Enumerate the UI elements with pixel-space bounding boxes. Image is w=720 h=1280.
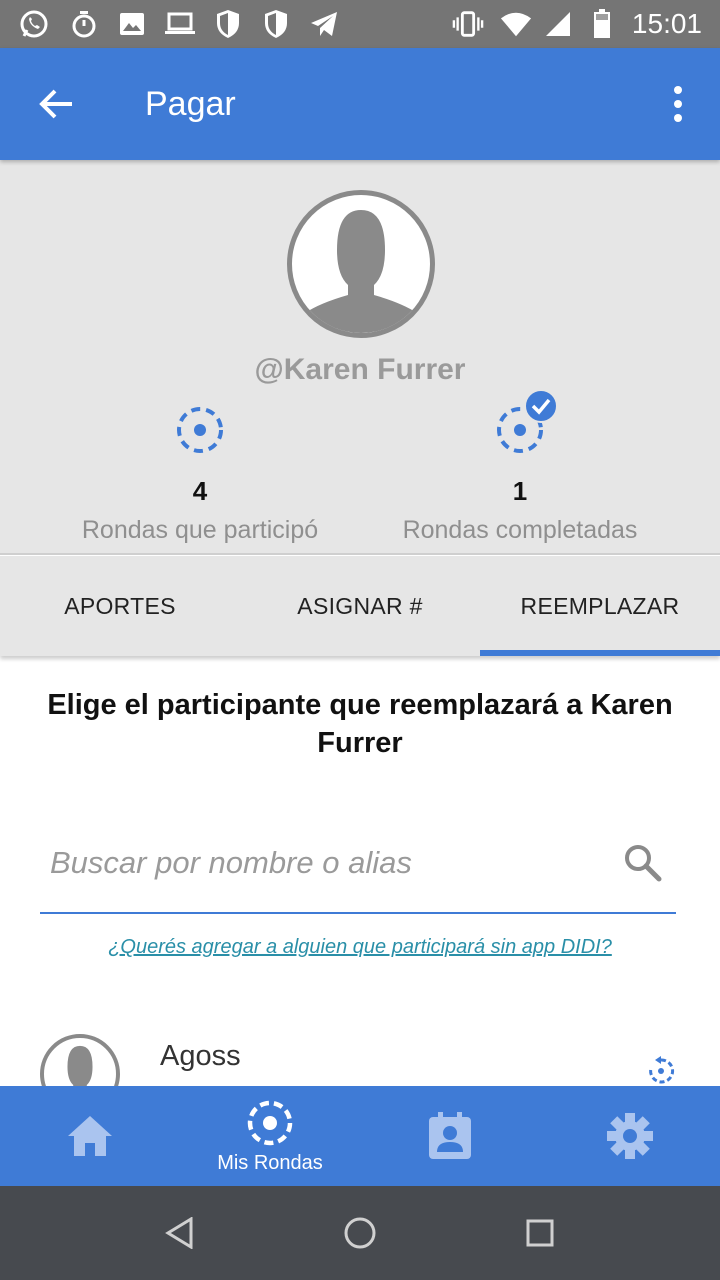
stopwatch-icon — [68, 8, 100, 40]
stat-label: Rondas que participó — [81, 516, 319, 544]
search-input[interactable] — [50, 840, 610, 886]
search-icon[interactable] — [622, 842, 662, 882]
status-bar: 15:01 — [0, 0, 720, 48]
tab-bar: APORTES ASIGNAR # REEMPLAZAR — [0, 556, 720, 656]
signal-icon — [542, 8, 574, 40]
system-navigation-bar — [0, 1186, 720, 1280]
arrow-back-icon — [39, 89, 72, 119]
participant-list-item[interactable]: Agoss — [0, 1020, 720, 1086]
triangle-back-icon — [165, 1217, 193, 1249]
rondas-icon — [247, 1100, 293, 1145]
rondas-dashed-circle-icon — [170, 400, 230, 460]
image-icon — [116, 8, 148, 40]
bottom-navigation: Mis Rondas — [0, 1086, 720, 1186]
replace-heading: Elige el participante que reemplazará a … — [47, 689, 673, 759]
wifi-icon — [500, 8, 532, 40]
nav-label: Mis Rondas — [217, 1151, 323, 1174]
add-offline-participant-link[interactable]: ¿Querés agregar a alguien que participar… — [0, 936, 720, 959]
system-recents-button[interactable] — [516, 1209, 564, 1257]
participant-name: Agoss — [160, 1040, 241, 1072]
stat-value: 4 — [192, 476, 208, 506]
calendar-contact-icon — [429, 1112, 471, 1159]
system-back-button[interactable] — [156, 1209, 204, 1257]
stat-rondas-completadas: 1 Rondas completadas — [340, 389, 700, 546]
vibrate-icon — [452, 8, 484, 40]
replace-icon[interactable] — [646, 1056, 676, 1086]
settings-icon — [607, 1113, 653, 1159]
person-silhouette-icon — [67, 1045, 93, 1086]
system-home-button[interactable] — [336, 1209, 384, 1257]
square-recents-icon — [526, 1219, 554, 1247]
nav-calendar[interactable] — [360, 1086, 540, 1186]
more-options-button[interactable] — [666, 80, 690, 128]
tab-asignar[interactable]: ASIGNAR # — [240, 556, 480, 656]
circle-home-icon — [344, 1217, 376, 1249]
page-title: Pagar — [145, 85, 236, 123]
avatar — [287, 190, 435, 338]
shield-icon — [212, 8, 244, 40]
rondas-completed-icon — [490, 389, 558, 460]
more-vert-icon — [674, 86, 682, 94]
stat-label: Rondas completadas — [402, 516, 638, 544]
avatar — [40, 1034, 120, 1086]
nav-home[interactable] — [0, 1086, 180, 1186]
profile-username: @Karen Furrer — [254, 353, 466, 386]
tab-aportes[interactable]: APORTES — [0, 556, 240, 656]
stat-rondas-participo: 4 Rondas que participó — [20, 400, 380, 546]
status-time: 15:01 — [631, 8, 702, 39]
laptop-icon — [164, 8, 196, 40]
nav-mis-rondas[interactable]: Mis Rondas — [180, 1086, 360, 1186]
shield-icon — [260, 8, 292, 40]
app-bar: Pagar — [0, 48, 720, 160]
stat-value: 1 — [512, 476, 528, 506]
whatsapp-icon — [18, 8, 50, 40]
home-icon — [68, 1116, 112, 1156]
battery-icon — [586, 8, 618, 40]
profile-header: @Karen Furrer 4 Rondas que participó 1 R… — [0, 160, 720, 555]
person-silhouette-icon — [305, 210, 417, 333]
telegram-icon — [308, 8, 340, 40]
back-button[interactable] — [32, 80, 80, 128]
tab-reemplazar[interactable]: REEMPLAZAR — [480, 556, 720, 656]
search-field — [40, 820, 676, 914]
nav-settings[interactable] — [540, 1086, 720, 1186]
